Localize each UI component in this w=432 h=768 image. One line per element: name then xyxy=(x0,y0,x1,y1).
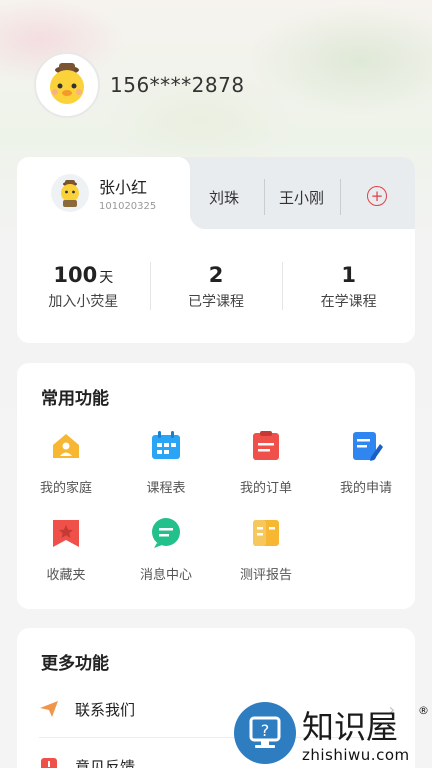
stat-days-joined: 100 天 加入小荧星 xyxy=(17,247,150,317)
tab-divider xyxy=(264,179,265,215)
stat-unit: 天 xyxy=(99,270,114,286)
watermark-text: 知识屋 xyxy=(302,708,399,746)
stat-label: 加入小荧星 xyxy=(48,294,119,310)
learning-stats: 100 天 加入小荧星 2 已学课程 1 在学课程 xyxy=(17,247,415,317)
child-mascot-icon xyxy=(61,180,79,207)
watermark-url: zhishiwu.com xyxy=(302,746,410,764)
child-tab-active[interactable]: 张小红 101020325 xyxy=(17,157,206,229)
registered-mark: ® xyxy=(418,704,429,717)
stat-value: 1 xyxy=(341,263,356,287)
child-tab-liuzhu[interactable]: 刘珠 xyxy=(209,179,239,215)
phone-number: 156****2878 xyxy=(110,73,245,97)
watermark: ? 知识屋 ® zhishiwu.com xyxy=(232,700,432,768)
calendar-icon xyxy=(152,431,180,459)
func-label: 我的申请 xyxy=(339,481,392,496)
message-icon xyxy=(152,518,180,548)
stat-label: 已学课程 xyxy=(188,294,244,310)
func-label: 课程表 xyxy=(146,481,186,496)
send-icon xyxy=(40,701,58,717)
help-monitor-icon: ? xyxy=(249,716,281,748)
func-label: 我的订单 xyxy=(239,481,292,496)
mascot-avatar-icon xyxy=(50,63,84,104)
stat-value: 100 xyxy=(53,263,98,287)
svg-text:?: ? xyxy=(261,721,270,740)
favorites-icon xyxy=(53,520,79,547)
func-assessment-report[interactable]: 测评报告 xyxy=(221,516,311,583)
func-label: 我的家庭 xyxy=(39,481,92,496)
child-card: 张小红 101020325 刘珠 王小刚 + 100 天 加入小荧星 2 已学课程… xyxy=(17,157,415,343)
child-avatar xyxy=(51,174,89,212)
section-title: 常用功能 xyxy=(41,389,109,409)
application-icon xyxy=(353,432,383,461)
section-title: 更多功能 xyxy=(41,654,109,674)
func-favorites[interactable]: 收藏夹 xyxy=(21,516,111,583)
order-icon xyxy=(253,431,279,460)
tab-divider xyxy=(340,179,341,215)
home-icon xyxy=(53,434,79,458)
add-child-icon[interactable]: + xyxy=(367,186,387,206)
stat-label: 在学课程 xyxy=(320,294,377,310)
more-label: 意见反馈 xyxy=(75,757,136,768)
child-tab-wangxiaogang[interactable]: 王小刚 xyxy=(279,179,324,215)
func-label: 消息中心 xyxy=(139,568,192,583)
child-name: 张小红 xyxy=(99,178,148,197)
stat-courses-learned: 2 已学课程 xyxy=(149,247,283,317)
func-my-applications[interactable]: 我的申请 xyxy=(321,429,411,496)
func-my-family[interactable]: 我的家庭 xyxy=(21,429,111,496)
child-id: 101020325 xyxy=(99,201,157,212)
stat-courses-in-progress: 1 在学课程 xyxy=(282,247,415,317)
more-label: 联系我们 xyxy=(75,700,136,719)
avatar[interactable] xyxy=(34,52,100,118)
func-label: 收藏夹 xyxy=(46,568,86,583)
report-icon xyxy=(253,520,279,546)
func-my-orders[interactable]: 我的订单 xyxy=(221,429,311,496)
func-schedule[interactable]: 课程表 xyxy=(121,429,211,496)
func-message-center[interactable]: 消息中心 xyxy=(121,516,211,583)
common-functions-card: 常用功能 我的家庭 课程表 我的订单 我的申请 收藏夹 消息中心 测评报告 xyxy=(17,363,415,609)
feedback-icon xyxy=(41,758,57,768)
func-label: 测评报告 xyxy=(239,568,292,583)
profile-header: 156****2878 xyxy=(34,52,245,118)
watermark-logo: ? xyxy=(234,702,296,764)
child-tabs: 张小红 101020325 刘珠 王小刚 + xyxy=(17,157,415,229)
stat-value: 2 xyxy=(208,263,224,287)
